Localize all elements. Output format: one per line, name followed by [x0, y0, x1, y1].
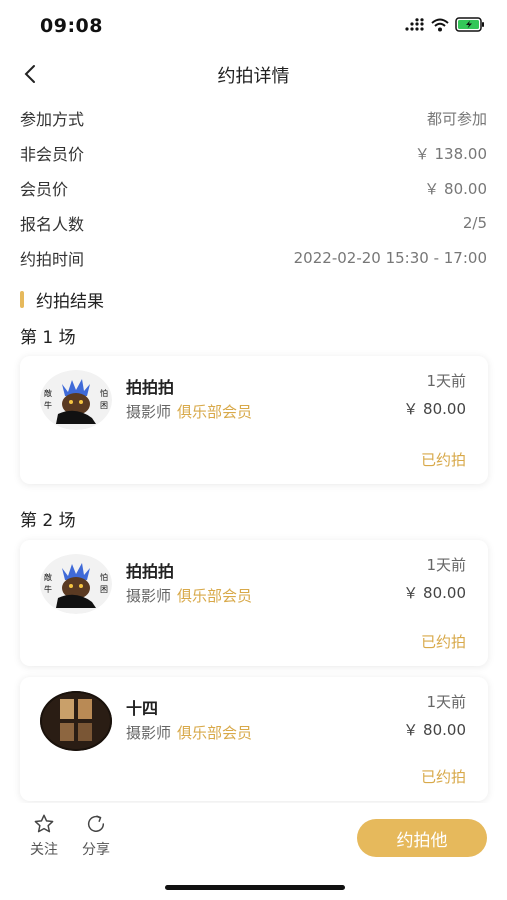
nav-bar: 约拍详情: [0, 52, 507, 98]
svg-text:牛: 牛: [44, 400, 52, 410]
svg-text:困: 困: [100, 585, 108, 594]
svg-text:困: 困: [100, 401, 108, 410]
section-title-text: 约拍结果: [36, 291, 104, 312]
info-row-join-method: 参加方式 都可参加: [20, 103, 487, 133]
info-row-signup-count: 报名人数 2/5: [20, 208, 487, 238]
card-time: 1天前: [426, 693, 466, 711]
role-label: 摄影师: [126, 587, 172, 605]
battery-icon: [455, 17, 484, 32]
status-booked[interactable]: 已约拍: [421, 631, 466, 652]
avatar[interactable]: 敵 牛 怕 困: [40, 554, 112, 614]
svg-text:怕: 怕: [100, 572, 108, 582]
photographer-card[interactable]: 十四 摄影师 俱乐部会员 1天前 ￥ 80.00 已约拍: [20, 677, 488, 801]
card-price: ￥ 80.00: [403, 400, 466, 418]
page-title: 约拍详情: [217, 66, 290, 87]
card-name: 拍拍拍: [126, 378, 175, 397]
follow-button[interactable]: 关注: [30, 813, 58, 859]
info-row-nonmember-price: 非会员价 ￥ 138.00: [20, 138, 487, 168]
card-price: ￥ 80.00: [403, 584, 466, 602]
info-value: 都可参加: [426, 109, 487, 128]
session-title: 第 2 场: [20, 511, 76, 531]
card-role: 摄影师 俱乐部会员: [126, 722, 252, 743]
info-value: 2022-02-20 15:30 - 17:00: [293, 249, 487, 267]
card-role: 摄影师 俱乐部会员: [126, 401, 252, 422]
svg-text:敵: 敵: [44, 388, 52, 398]
info-label: 参加方式: [20, 110, 85, 129]
svg-text:牛: 牛: [44, 584, 52, 594]
card-time: 1天前: [426, 372, 466, 390]
signal-icon: [405, 17, 424, 31]
session-title: 第 1 场: [20, 328, 76, 348]
card-name: 拍拍拍: [126, 562, 175, 581]
svg-text:怕: 怕: [100, 388, 108, 398]
info-value: ￥ 80.00: [424, 179, 487, 198]
share-icon: [87, 815, 105, 832]
info-label: 报名人数: [20, 215, 85, 234]
info-label: 会员价: [20, 180, 69, 199]
role-label: 摄影师: [126, 724, 172, 742]
card-time: 1天前: [426, 556, 466, 574]
photographer-card[interactable]: 敵 牛 怕 困 拍拍拍 摄影师 俱乐部会员 1天前 ￥ 80.00 已约拍: [20, 356, 488, 484]
book-button[interactable]: 约拍他: [357, 819, 487, 857]
lion-avatar-icon: 敵 牛 怕 困: [40, 370, 112, 430]
follow-label: 关注: [30, 842, 58, 858]
share-label: 分享: [82, 842, 110, 858]
share-button[interactable]: 分享: [82, 813, 110, 859]
info-value: ￥ 138.00: [414, 144, 487, 163]
info-row-member-price: 会员价 ￥ 80.00: [20, 173, 487, 203]
window-avatar-icon: [40, 691, 112, 751]
status-icons: [405, 17, 485, 32]
card-role: 摄影师 俱乐部会员: [126, 585, 252, 606]
member-badge: 俱乐部会员: [177, 403, 253, 421]
svg-text:敵: 敵: [44, 572, 52, 582]
section-title-results: 约拍结果: [20, 286, 104, 312]
member-badge: 俱乐部会员: [177, 587, 253, 605]
bottom-action-bar: 关注 分享 约拍他: [0, 803, 507, 900]
role-label: 摄影师: [126, 403, 172, 421]
avatar[interactable]: [40, 691, 112, 751]
status-booked[interactable]: 已约拍: [421, 766, 466, 787]
wifi-icon: [431, 18, 449, 31]
status-time: 09:08: [40, 15, 103, 37]
home-indicator: [165, 885, 345, 890]
status-booked[interactable]: 已约拍: [421, 449, 466, 470]
avatar[interactable]: 敵 牛 怕 困: [40, 370, 112, 430]
status-bar: 09:08: [0, 0, 507, 52]
member-badge: 俱乐部会员: [177, 724, 253, 742]
photographer-card[interactable]: 敵 牛 怕 困 拍拍拍 摄影师 俱乐部会员 1天前 ￥ 80.00 已约拍: [20, 540, 488, 666]
info-label: 约拍时间: [20, 250, 85, 269]
card-name: 十四: [126, 699, 159, 718]
section-accent-bar: [20, 290, 24, 308]
lion-avatar-icon: 敵 牛 怕 困: [40, 554, 112, 614]
star-icon: [34, 814, 54, 833]
info-label: 非会员价: [20, 145, 85, 164]
info-row-shoot-time: 约拍时间 2022-02-20 15:30 - 17:00: [20, 243, 487, 273]
card-price: ￥ 80.00: [403, 721, 466, 739]
info-value: 2/5: [462, 214, 487, 232]
